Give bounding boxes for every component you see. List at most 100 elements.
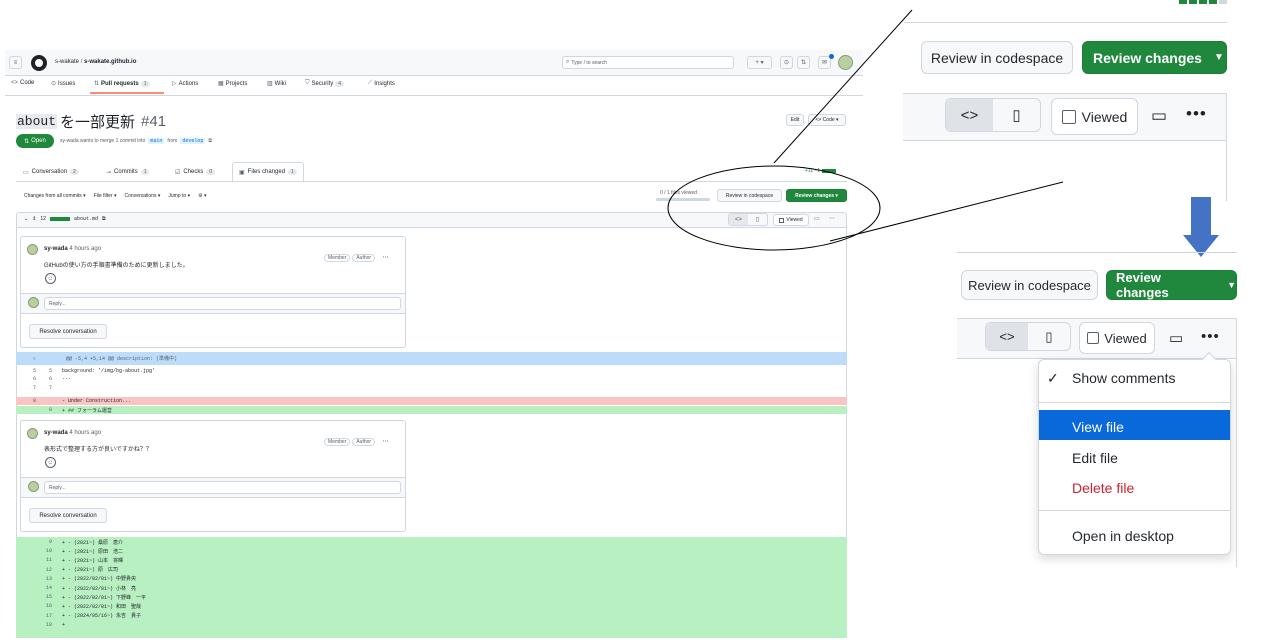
new-line-number[interactable]: 5 (36, 368, 52, 374)
gear-icon[interactable]: ⚙ ▾ (198, 193, 206, 199)
jump-to-dropdown[interactable]: Jump to ▾ (168, 193, 190, 199)
zoom-file-view-icon[interactable]: ▯ (993, 99, 1040, 131)
new-line-number[interactable]: 17 (36, 613, 52, 619)
new-line-number[interactable]: 15 (36, 594, 52, 600)
issues-icon[interactable]: ⊙ (780, 56, 793, 69)
zoom2-more-icon[interactable]: ••• (1201, 328, 1220, 345)
zoom-review-codespace-button[interactable]: Review in codespace (921, 41, 1073, 74)
zoom-more-icon[interactable]: ••• (1186, 104, 1207, 124)
chevron-down-icon[interactable]: ⌄ (24, 216, 28, 222)
changes-from-dropdown[interactable]: Changes from all commits ▾ (24, 193, 86, 199)
new-line-number[interactable]: 18 (36, 622, 52, 628)
menu-item-show-comments[interactable]: Show comments (1072, 370, 1175, 386)
menu-item-delete-file[interactable]: Delete file (1072, 480, 1134, 496)
new-line-number[interactable]: 10 (36, 548, 52, 554)
zoom2-file-view-icon[interactable]: ▯ (1028, 323, 1070, 350)
hamburger-icon[interactable]: ≡ (9, 56, 22, 69)
file-name[interactable]: about.md (74, 216, 98, 222)
nav-item-wiki[interactable]: ▥ Wiki (267, 80, 286, 88)
code-view-icon[interactable]: <> (729, 214, 748, 225)
expand-up-icon[interactable]: ⇡ (16, 356, 52, 362)
resolve-conversation-button[interactable]: Resolve conversation (29, 508, 107, 523)
nav-label: Code (20, 80, 35, 86)
nav-item-code[interactable]: <> Code (11, 80, 34, 86)
reply-input[interactable]: Reply... (44, 297, 401, 310)
nav-item-actions[interactable]: ▷ Actions (172, 80, 198, 88)
viewed-checkbox[interactable]: Viewed (773, 214, 809, 226)
lines-changed: 12 (40, 216, 46, 222)
plus-icon[interactable]: + ▾ (747, 56, 772, 69)
zoom2-viewed-checkbox[interactable]: Viewed (1079, 322, 1155, 354)
old-line-number[interactable]: 8 (16, 398, 36, 404)
zoom-viewed-checkbox[interactable]: Viewed (1051, 98, 1138, 135)
emoji-reaction-icon[interactable]: ☺ (45, 273, 56, 284)
search-input[interactable]: ⌕ Type / to search (562, 56, 734, 69)
avatar[interactable] (838, 55, 853, 70)
zoom2-code-view-icon[interactable]: <> (986, 323, 1028, 350)
zoom2-review-codespace-button[interactable]: Review in codespace (961, 270, 1098, 300)
comment-more-icon[interactable]: ⋯ (383, 255, 389, 261)
zoom-review-changes-button[interactable]: Review changes ▼ (1082, 41, 1227, 74)
code-button[interactable]: <> Code ▾ (808, 114, 846, 126)
expand-icon[interactable]: ⇕ (32, 216, 36, 222)
nav-item-projects[interactable]: ▦ Projects (218, 80, 247, 88)
comment-avatar[interactable] (27, 428, 38, 439)
zoom-code-view-icon[interactable]: <> (946, 99, 993, 131)
menu-item-view-file[interactable]: View file (1072, 419, 1124, 435)
head-branch[interactable]: develop (180, 138, 206, 144)
new-line-number[interactable]: 11 (36, 557, 52, 563)
tab-files-changed[interactable]: ▣ Files changed 1 (232, 162, 304, 182)
new-line-number[interactable]: 7 (36, 385, 52, 391)
new-line-number[interactable]: 6 (36, 376, 52, 382)
nav-item-insights[interactable]: ⟋ Insights (368, 80, 395, 87)
review-codespace-button[interactable]: Review in codespace (717, 189, 782, 202)
comment-avatar[interactable] (27, 244, 38, 255)
reply-input[interactable]: Reply... (44, 481, 401, 494)
nav-item-security[interactable]: ⛉ Security 4 (305, 80, 344, 87)
comment-more-icon[interactable]: ⋯ (383, 439, 389, 445)
comment-author[interactable]: sy-wada (44, 246, 68, 252)
new-line-number[interactable]: 8 (36, 407, 52, 413)
tab-checks[interactable]: ☑ Checks 0 (175, 163, 216, 181)
file-filter-dropdown[interactable]: File filter ▾ (94, 193, 117, 199)
review-changes-button[interactable]: Review changes ▾ (786, 189, 847, 202)
comment-icon[interactable]: ▭ (814, 215, 820, 222)
repo-owner[interactable]: s-wakate (55, 59, 79, 65)
copy-path-icon[interactable]: ⧉ (102, 216, 106, 222)
old-line-number[interactable]: 5 (16, 368, 36, 374)
pr-meta: sy-wada wants to merge 1 commit into mai… (60, 138, 212, 144)
menu-item-edit-file[interactable]: Edit file (1072, 450, 1118, 466)
pull-requests-icon[interactable]: ⇅ (797, 56, 810, 69)
tab-conversation[interactable]: ▭ Conversation 2 (23, 163, 79, 181)
base-branch[interactable]: main (148, 138, 165, 144)
copy-icon[interactable]: ⧉ (208, 138, 212, 144)
new-line-number[interactable]: 14 (36, 585, 52, 591)
reply-placeholder: Reply... (49, 484, 66, 491)
new-line-number[interactable]: 16 (36, 603, 52, 609)
file-view-icon[interactable]: ▯ (748, 214, 767, 225)
conversations-dropdown[interactable]: Conversations ▾ (125, 193, 161, 199)
nav-item-issues[interactable]: ⊙ Issues (51, 80, 75, 88)
repo-name[interactable]: s-wakate.github.io (84, 59, 136, 65)
zoom-frame-line-2 (1236, 359, 1237, 567)
menu-item-open-desktop[interactable]: Open in desktop (1072, 528, 1174, 544)
new-line-number[interactable]: 12 (36, 567, 52, 573)
zoom2-review-changes-button[interactable]: Review changes ▼ (1106, 270, 1237, 300)
edit-button[interactable]: Edit (786, 114, 804, 126)
down-arrow-icon (1191, 197, 1211, 235)
new-line-number[interactable]: 13 (36, 576, 52, 582)
zoom-comment-icon[interactable]: ▭ (1151, 106, 1167, 126)
emoji-reaction-icon[interactable]: ☺ (45, 457, 56, 468)
old-line-number[interactable]: 7 (16, 385, 36, 391)
tab-count: 2 (70, 169, 79, 175)
diffstat-text: +11 −1 (805, 168, 821, 174)
more-icon[interactable]: ⋯ (829, 215, 835, 222)
old-line-number[interactable]: 6 (16, 376, 36, 382)
zoom2-comment-icon[interactable]: ▭ (1169, 329, 1183, 347)
resolve-conversation-button[interactable]: Resolve conversation (29, 324, 107, 339)
github-logo-icon[interactable] (31, 55, 47, 71)
comment-author[interactable]: sy-wada (44, 430, 68, 436)
new-line-number[interactable]: 9 (36, 539, 52, 545)
tab-commits[interactable]: ⊸ Commits 1 (106, 163, 150, 181)
nav-item-pull-requests[interactable]: ⇅ Pull requests 1 (94, 80, 150, 87)
